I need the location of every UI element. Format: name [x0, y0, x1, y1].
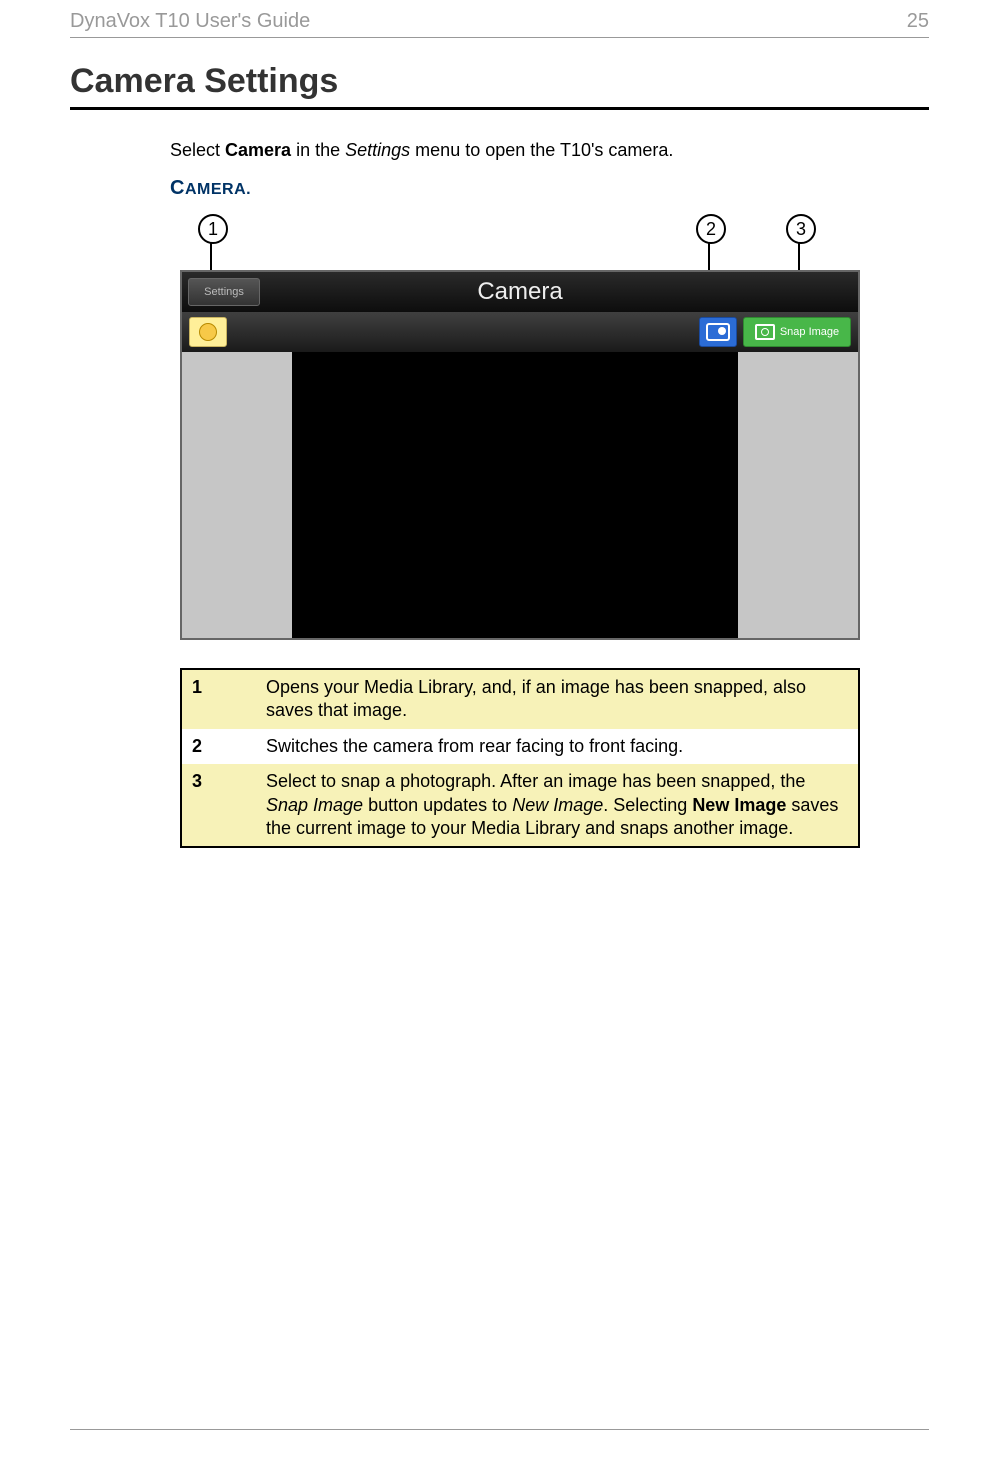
row3-mid: button updates to: [363, 795, 512, 815]
sub-heading-c: C: [170, 177, 185, 199]
switch-icon: [706, 323, 730, 341]
document-page: DynaVox T10 User's Guide 25 Camera Setti…: [0, 0, 999, 1470]
snap-image-button[interactable]: Snap Image: [743, 317, 851, 347]
row3-new-bold: New Image: [692, 795, 786, 815]
row3-pre: Select to snap a photograph. After an im…: [266, 771, 805, 791]
page-header: DynaVox T10 User's Guide 25: [70, 10, 929, 38]
row3-text: Select to snap a photograph. After an im…: [256, 764, 859, 847]
callout-2: 2: [696, 214, 726, 244]
snap-image-label: Snap Image: [780, 326, 839, 338]
camera-window: Settings Camera Snap Image: [180, 270, 860, 640]
sub-heading-rest: AMERA.: [185, 181, 251, 198]
callout-1: 1: [198, 214, 228, 244]
titlebar: Settings Camera: [182, 272, 858, 312]
row3-snap-italic: Snap Image: [266, 795, 363, 815]
callouts-row: 1 2 3: [180, 214, 860, 270]
settings-back-button[interactable]: Settings: [188, 278, 260, 306]
row2-text: Switches the camera from rear facing to …: [256, 729, 859, 764]
footer-rule: [70, 1429, 929, 1430]
description-table: 1 Opens your Media Library, and, if an i…: [180, 668, 860, 848]
text-camera-bold: Camera: [225, 140, 291, 160]
sub-heading-camera: CAMERA.: [170, 177, 929, 200]
text-select: Select: [170, 140, 225, 160]
smiley-icon: [199, 323, 217, 341]
section-title: Camera Settings: [70, 62, 929, 110]
row1-num: 1: [181, 669, 256, 729]
table-row: 3 Select to snap a photograph. After an …: [181, 764, 859, 847]
row1-text: Opens your Media Library, and, if an ima…: [256, 669, 859, 729]
camera-icon: [755, 324, 775, 340]
toolbar: Snap Image: [182, 312, 858, 352]
text-rest: menu to open the T10's camera.: [410, 140, 673, 160]
callout-1-line: [210, 242, 212, 270]
intro-paragraph: Select Camera in the Settings menu to op…: [170, 140, 929, 161]
page-number: 25: [907, 10, 929, 33]
row2-num: 2: [181, 729, 256, 764]
callout-3-line: [798, 242, 800, 270]
row3-new-italic: New Image: [512, 795, 603, 815]
window-title: Camera: [477, 278, 562, 306]
camera-switch-button[interactable]: [699, 317, 737, 347]
callout-3: 3: [786, 214, 816, 244]
camera-viewport: [292, 352, 738, 638]
media-library-button[interactable]: [189, 317, 227, 347]
text-in-the: in the: [291, 140, 345, 160]
row3-num: 3: [181, 764, 256, 847]
text-settings-italic: Settings: [345, 140, 410, 160]
callout-2-line: [708, 242, 710, 270]
row3-mid2: . Selecting: [603, 795, 692, 815]
table-row: 2 Switches the camera from rear facing t…: [181, 729, 859, 764]
table-row: 1 Opens your Media Library, and, if an i…: [181, 669, 859, 729]
guide-title: DynaVox T10 User's Guide: [70, 10, 310, 33]
figure: 1 2 3 Settings Camera: [180, 214, 860, 640]
